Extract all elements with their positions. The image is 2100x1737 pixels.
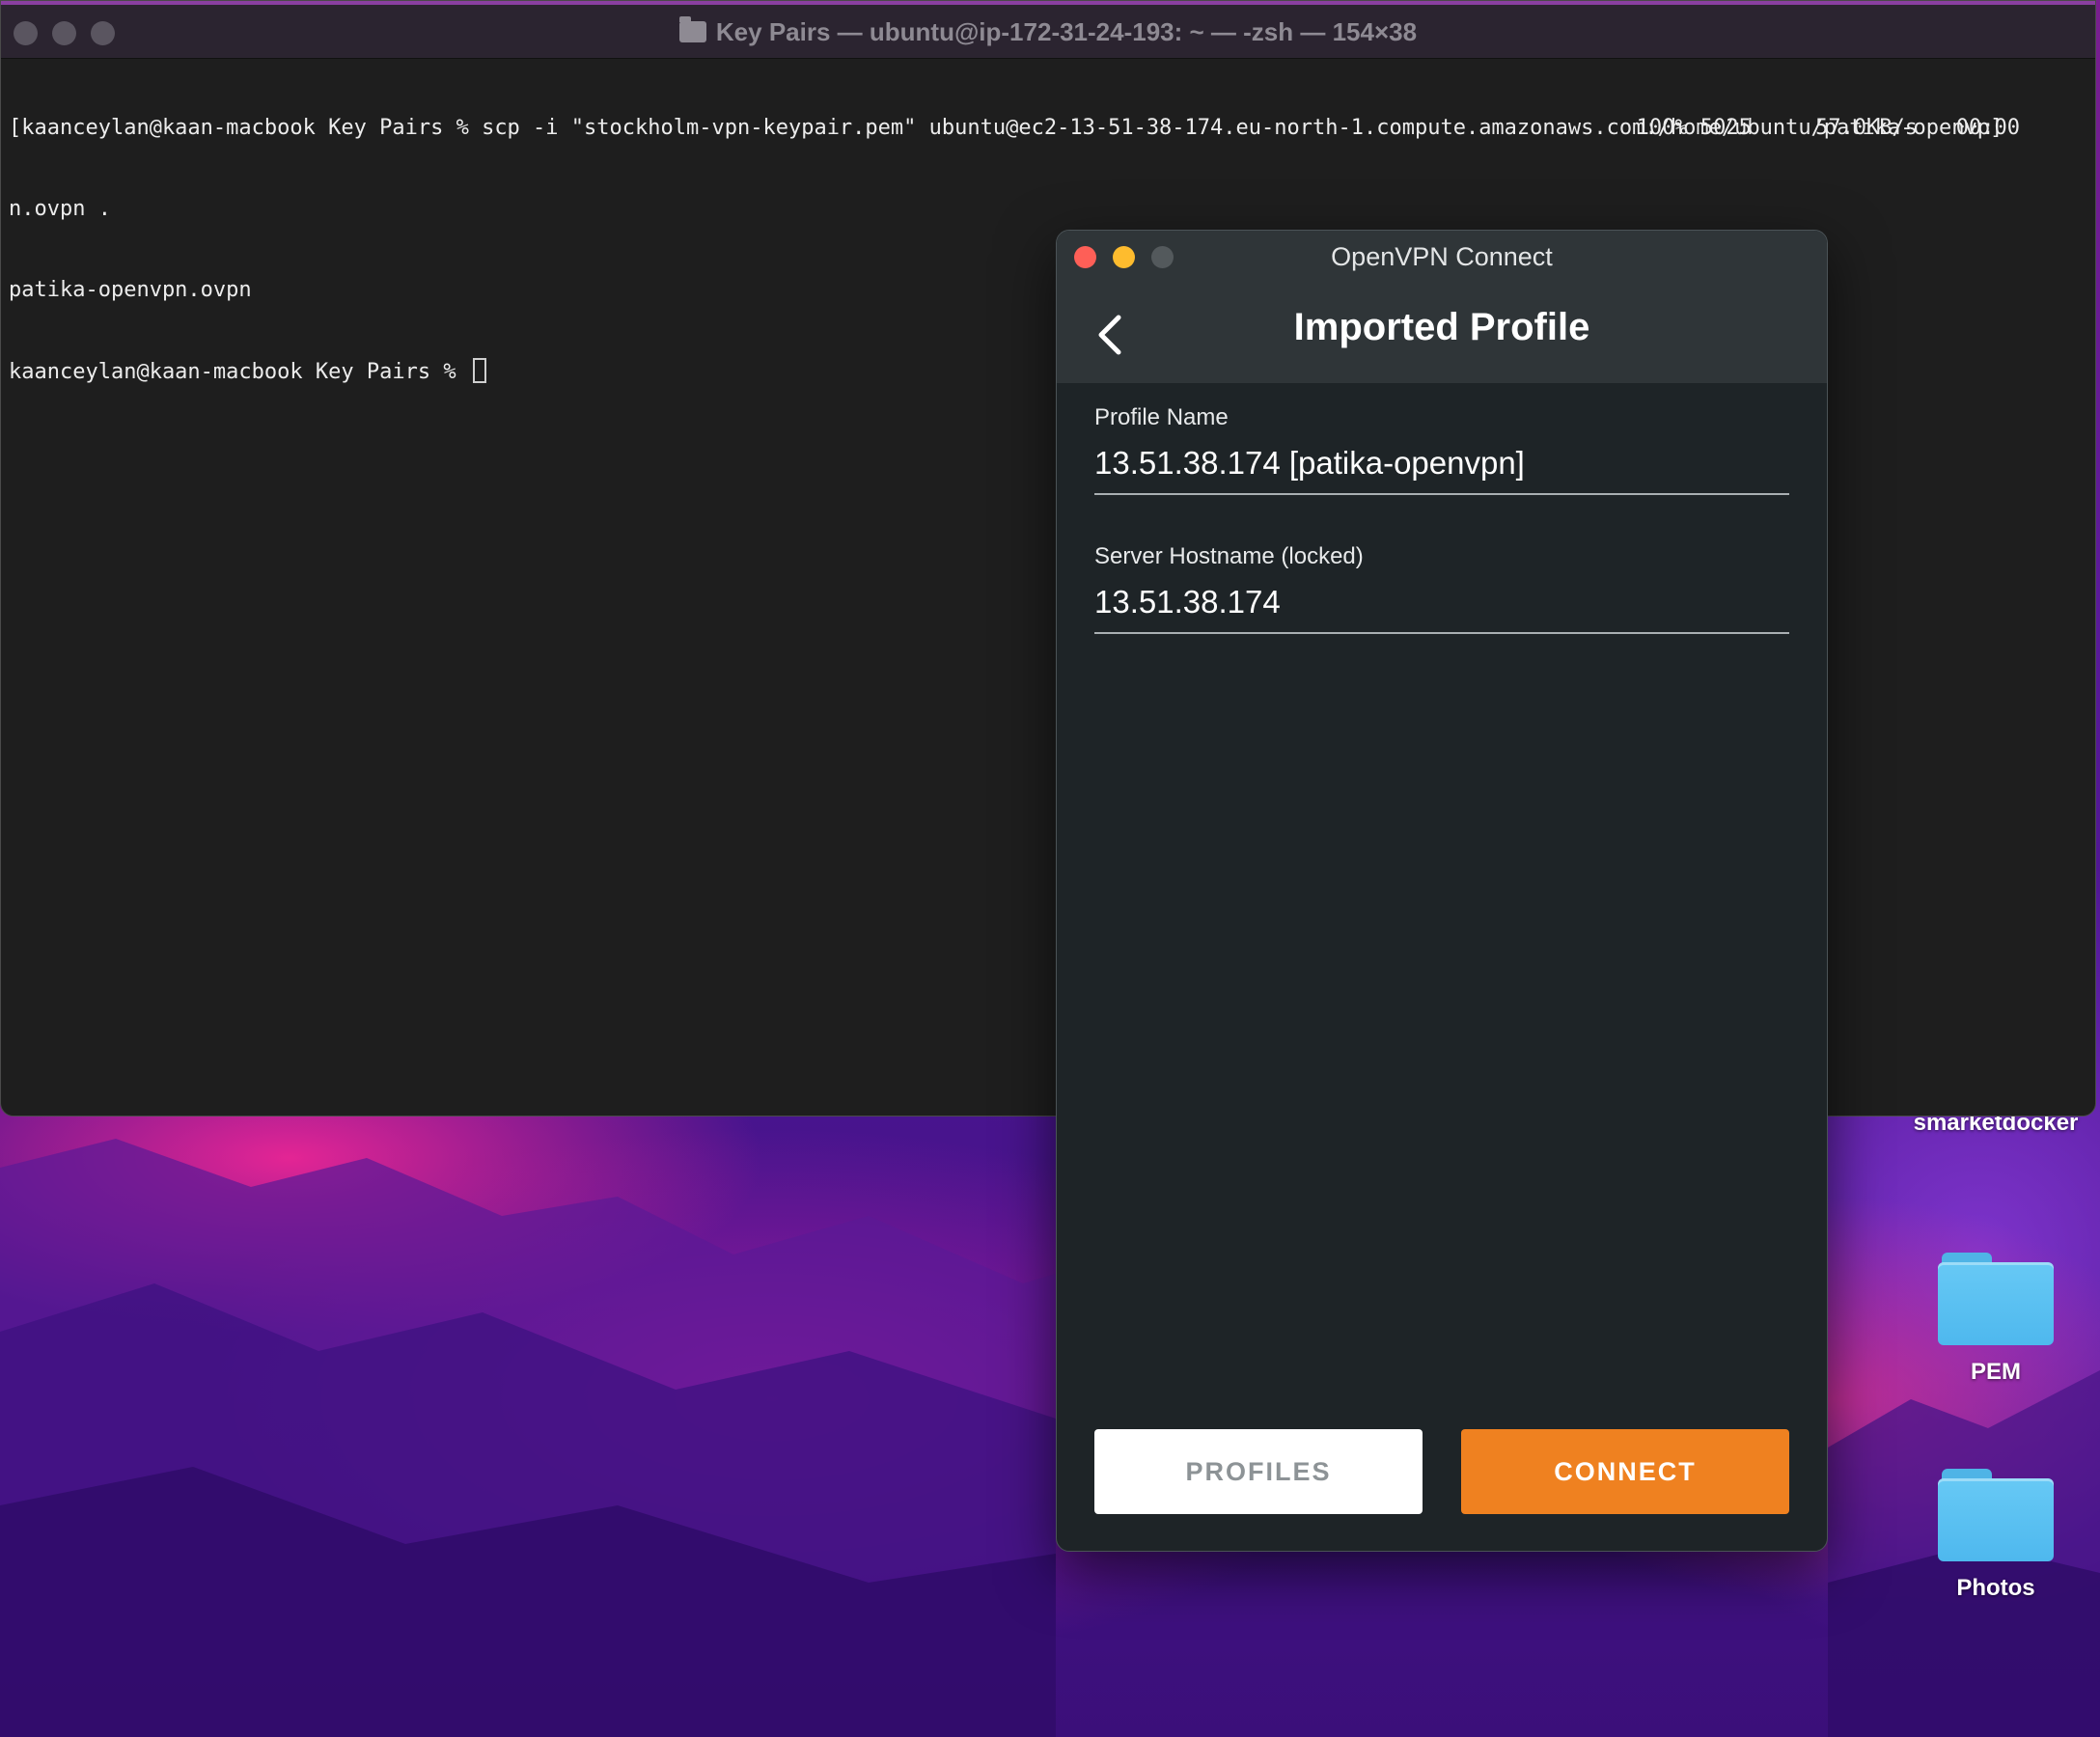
server-hostname-field: Server Hostname (locked) 13.51.38.174 <box>1094 543 1789 634</box>
server-hostname-label: Server Hostname (locked) <box>1094 543 1364 569</box>
connect-button[interactable]: CONNECT <box>1461 1429 1789 1514</box>
terminal-prompt: kaanceylan@kaan-macbook Key Pairs % <box>9 360 469 384</box>
folder-icon <box>1938 1469 2054 1561</box>
profile-name-label: Profile Name <box>1094 404 1229 430</box>
terminal-title-text: Key Pairs — ubuntu@ip-172-31-24-193: ~ —… <box>715 17 1418 46</box>
page-title: Imported Profile <box>1293 306 1590 348</box>
folder-icon <box>678 16 706 42</box>
desktop-folder-pem[interactable]: PEM <box>1899 1253 2092 1386</box>
desktop-folder-label: Photos <box>1956 1575 2035 1601</box>
openvpn-titlebar[interactable]: OpenVPN Connect <box>1057 231 1827 281</box>
terminal-line: n.ovpn . <box>9 197 111 221</box>
profile-name-input[interactable]: 13.51.38.174 [patika-openvpn] <box>1094 445 1789 493</box>
terminal-cursor <box>472 358 486 383</box>
page-header: Imported Profile <box>1057 281 1827 383</box>
profiles-button[interactable]: PROFILES <box>1094 1429 1423 1514</box>
profile-name-field[interactable]: Profile Name 13.51.38.174 [patika-openvp… <box>1094 404 1789 495</box>
server-hostname-value: 13.51.38.174 <box>1094 584 1281 620</box>
desktop-folder-label: PEM <box>1970 1359 2021 1385</box>
desktop-folder-photos[interactable]: Photos <box>1899 1469 2092 1602</box>
window-title: OpenVPN Connect <box>1331 242 1553 271</box>
openvpn-window[interactable]: OpenVPN Connect Imported Profile Profile… <box>1056 230 1828 1552</box>
terminal-titlebar[interactable]: Key Pairs — ubuntu@ip-172-31-24-193: ~ —… <box>1 1 2095 59</box>
folder-icon <box>1938 1253 2054 1345</box>
transfer-stats: 100% 5025 57.0KB/s 00:00 <box>1636 116 2020 140</box>
terminal-title: Key Pairs — ubuntu@ip-172-31-24-193: ~ —… <box>1 16 2095 47</box>
